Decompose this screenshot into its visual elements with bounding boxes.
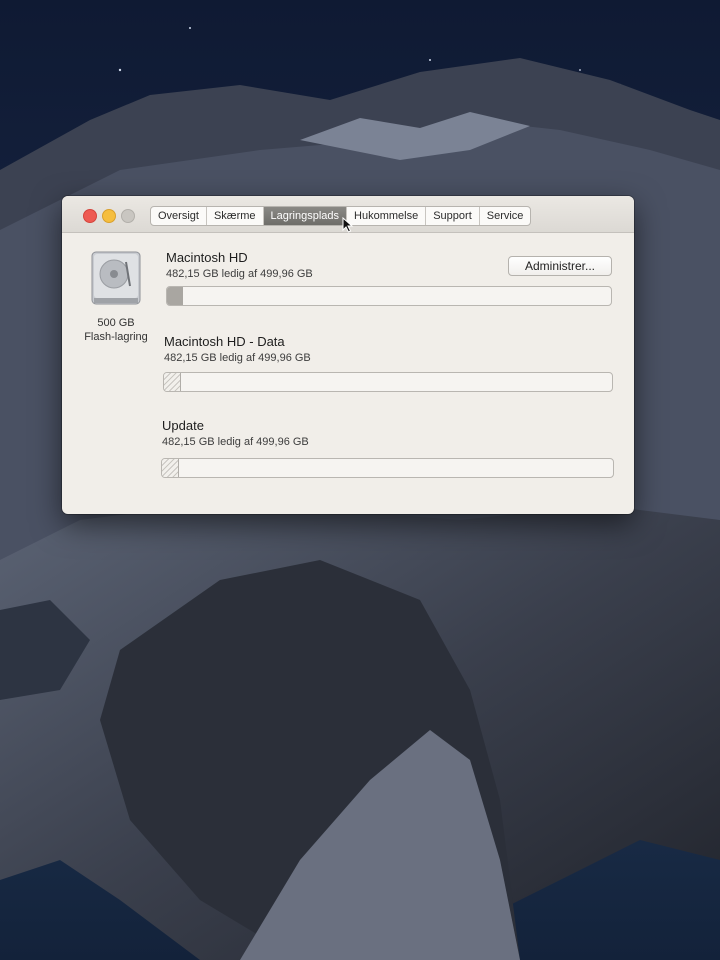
volume-free-space: 482,15 GB ledig af 499,96 GB xyxy=(164,352,311,364)
storage-bar-macintosh-hd-data xyxy=(163,372,613,392)
tab-hukommelse[interactable]: Hukommelse xyxy=(347,207,427,225)
storage-used-fill xyxy=(167,287,183,305)
volume-free-space: 482,15 GB ledig af 499,96 GB xyxy=(166,268,313,280)
volume-macintosh-hd: Macintosh HD 482,15 GB ledig af 499,96 G… xyxy=(166,250,313,281)
drive-capacity-caption: 500 GB Flash-lagring xyxy=(76,316,156,344)
volume-name: Update xyxy=(162,418,204,433)
tab-skaerme[interactable]: Skærme xyxy=(207,207,264,225)
volume-name: Macintosh HD - Data xyxy=(164,334,285,349)
volume-free-space: 482,15 GB ledig af 499,96 GB xyxy=(162,436,309,448)
volume-name: Macintosh HD xyxy=(166,250,248,265)
drive-type: Flash-lagring xyxy=(84,331,148,343)
tab-support[interactable]: Support xyxy=(426,207,480,225)
minimize-button[interactable] xyxy=(102,209,116,223)
manage-button[interactable]: Administrer... xyxy=(508,256,612,276)
close-button[interactable] xyxy=(83,209,97,223)
tab-service[interactable]: Service xyxy=(480,207,531,225)
system-information-window: Oversigt Skærme Lagringsplads Hukommelse… xyxy=(62,196,634,514)
tab-oversigt[interactable]: Oversigt xyxy=(151,207,207,225)
mouse-pointer-icon xyxy=(342,217,354,233)
tab-lagringsplads[interactable]: Lagringsplads xyxy=(263,207,348,225)
drive-capacity: 500 GB xyxy=(97,317,135,329)
storage-bar-update xyxy=(161,458,614,478)
hard-drive-icon xyxy=(91,251,141,305)
zoom-button xyxy=(121,209,135,223)
storage-used-fill xyxy=(164,373,182,391)
window-titlebar[interactable]: Oversigt Skærme Lagringsplads Hukommelse… xyxy=(62,196,634,233)
tab-bar: Oversigt Skærme Lagringsplads Hukommelse… xyxy=(150,206,532,226)
storage-used-fill xyxy=(162,459,180,477)
storage-bar-macintosh-hd xyxy=(166,286,612,306)
volume-macintosh-hd-data: Macintosh HD - Data 482,15 GB ledig af 4… xyxy=(164,334,311,365)
volume-update: Update 482,15 GB ledig af 499,96 GB xyxy=(162,418,309,449)
